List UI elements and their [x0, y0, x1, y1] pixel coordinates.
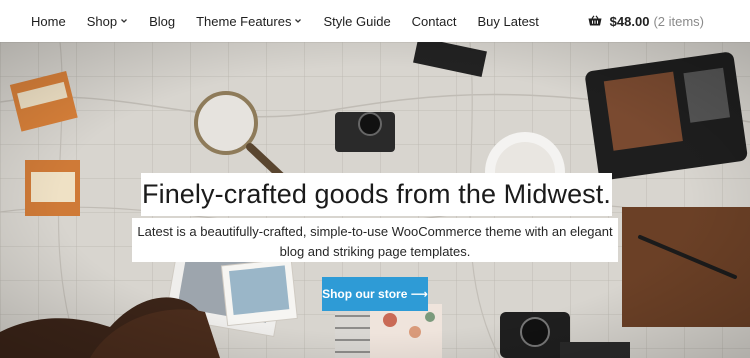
- nav-item-contact[interactable]: Contact: [412, 14, 457, 29]
- main-nav: Home Shop Blog Theme Features Style Guid…: [0, 0, 560, 42]
- site-header: Home Shop Blog Theme Features Style Guid…: [0, 0, 750, 42]
- nav-item-blog[interactable]: Blog: [149, 14, 175, 29]
- nav-item-label: Theme Features: [196, 13, 292, 29]
- nav-item-label: Contact: [411, 13, 457, 29]
- hero-headline: Finely-crafted goods from the Midwest.: [141, 173, 612, 216]
- hero-subtext: Latest is a beautifully-crafted, simple-…: [132, 218, 618, 262]
- shop-our-store-button[interactable]: Shop our store ⟶: [322, 277, 428, 311]
- nav-item-buy-latest[interactable]: Buy Latest: [477, 14, 538, 29]
- nav-item-label: Blog: [149, 13, 176, 29]
- nav-item-home[interactable]: Home: [31, 14, 66, 29]
- nav-item-style-guide[interactable]: Style Guide: [323, 14, 390, 29]
- nav-item-label: Buy Latest: [477, 13, 539, 29]
- nav-item-label: Style Guide: [323, 13, 391, 29]
- chevron-down-icon: [295, 19, 302, 23]
- cart-total: $48.00: [609, 13, 650, 29]
- cart-link[interactable]: $48.00 (2 items): [588, 0, 704, 42]
- basket-icon: [588, 15, 602, 26]
- cart-item-count: (2 items): [653, 13, 704, 29]
- nav-item-label: Shop: [86, 13, 118, 29]
- nav-item-label: Home: [31, 13, 66, 29]
- nav-item-shop[interactable]: Shop: [87, 14, 128, 29]
- nav-item-theme-features[interactable]: Theme Features: [196, 14, 302, 29]
- hero-banner: Finely-crafted goods from the Midwest. L…: [0, 42, 750, 358]
- chevron-down-icon: [121, 19, 128, 23]
